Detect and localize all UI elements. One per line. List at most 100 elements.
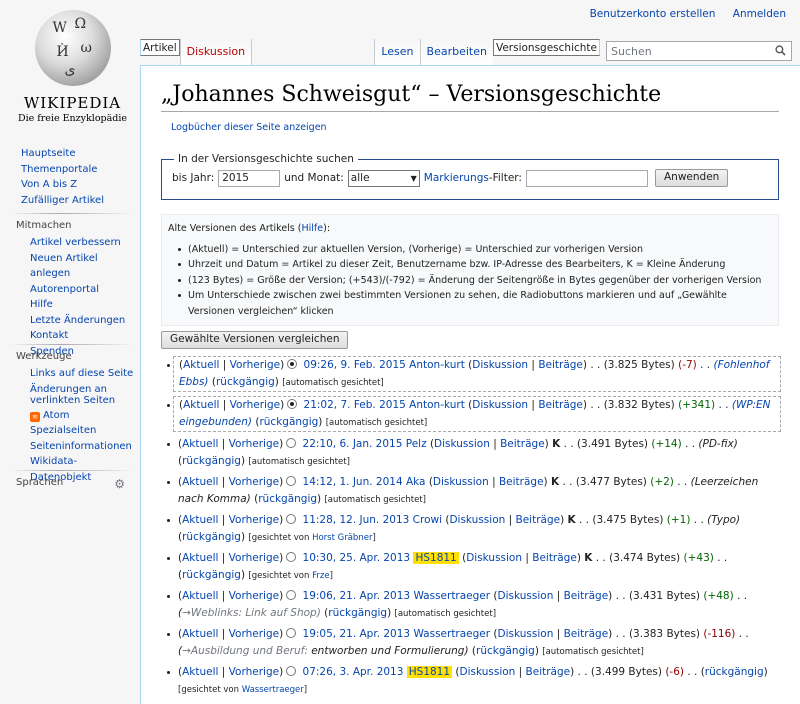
user-contribs-link[interactable]: Beiträge — [500, 438, 545, 450]
user-talk-link[interactable]: Diskussion — [434, 438, 490, 450]
revision-user-link[interactable]: HS1811 — [406, 666, 453, 678]
user-talk-link[interactable]: Diskussion — [498, 628, 554, 640]
diff-current-link[interactable]: Aktuell — [182, 438, 218, 450]
diff-previous-link[interactable]: Vorherige — [229, 438, 279, 450]
tab-history[interactable]: Versionsgeschichte — [492, 39, 600, 56]
revision-date-link[interactable]: 11:28, 12. Jun. 2013 — [303, 514, 410, 526]
diff-previous-link[interactable]: Vorherige — [229, 514, 279, 526]
undo-link[interactable]: rückgängig — [182, 569, 241, 581]
user-talk-link[interactable]: Diskussion — [472, 399, 528, 411]
month-select[interactable]: alle ▼ — [347, 169, 420, 187]
reviewer-link[interactable]: Wassertraeger — [242, 685, 304, 695]
compare-versions-button[interactable]: Gewählte Versionen vergleichen — [161, 331, 349, 349]
undo-link[interactable]: rückgängig — [328, 607, 387, 619]
diff-previous-link[interactable]: Vorherige — [230, 399, 280, 411]
diff-current-link[interactable]: Aktuell — [182, 476, 218, 488]
help-link[interactable]: Hilfe — [301, 223, 323, 234]
user-contribs-link[interactable]: Beiträge — [499, 476, 544, 488]
radio-new[interactable] — [286, 590, 297, 600]
undo-link[interactable]: rückgängig — [476, 645, 535, 657]
diff-previous-link[interactable]: Vorherige — [229, 590, 279, 602]
revision-date-link[interactable]: 10:30, 25. Apr. 2013 — [303, 552, 411, 564]
apply-button[interactable]: Anwenden — [654, 169, 729, 187]
user-contribs-link[interactable]: Beiträge — [564, 628, 609, 640]
reviewer-link[interactable]: Horst Gräbner — [312, 533, 372, 543]
undo-link[interactable]: rückgängig — [259, 416, 318, 428]
reviewer-link[interactable]: Frze — [312, 571, 329, 581]
undo-link[interactable]: rückgängig — [182, 455, 241, 467]
participate-author-portal[interactable]: Autorenportal — [30, 284, 99, 295]
radio-old[interactable] — [287, 359, 298, 369]
diff-previous-link[interactable]: Vorherige — [229, 476, 279, 488]
user-contribs-link[interactable]: Beiträge — [538, 399, 583, 411]
revision-date-link[interactable]: 14:12, 1. Jun. 2014 — [303, 476, 403, 488]
tools-whatlinkshere[interactable]: Links auf diese Seite — [30, 368, 133, 379]
year-input[interactable]: 2015 — [218, 169, 281, 187]
radio-new[interactable] — [286, 514, 297, 524]
create-account-link[interactable]: Benutzerkonto erstellen — [590, 8, 716, 20]
nav-main-page[interactable]: Hauptseite — [21, 148, 75, 159]
diff-current-link[interactable]: Aktuell — [183, 399, 219, 411]
radio-new[interactable] — [286, 552, 297, 562]
search-input[interactable]: Suchen — [606, 41, 792, 61]
participate-help[interactable]: Hilfe — [30, 299, 53, 310]
user-talk-link[interactable]: Diskussion — [433, 476, 489, 488]
participate-improve[interactable]: Artikel verbessern — [30, 237, 121, 248]
search-icon[interactable] — [775, 45, 786, 56]
tab-discussion[interactable]: Diskussion — [179, 39, 253, 65]
undo-link[interactable]: rückgängig — [216, 376, 275, 388]
diff-current-link[interactable]: Aktuell — [182, 590, 218, 602]
revision-date-link[interactable]: 22:10, 6. Jan. 2015 — [303, 438, 403, 450]
revision-user-link[interactable]: Aka — [406, 476, 426, 488]
participate-contact[interactable]: Kontakt — [30, 330, 68, 341]
login-link[interactable]: Anmelden — [733, 8, 786, 20]
tab-edit[interactable]: Bearbeiten — [419, 39, 493, 65]
tools-page-info[interactable]: Seiteninformationen — [30, 441, 132, 452]
user-contribs-link[interactable]: Beiträge — [538, 359, 583, 371]
tag-filter-link[interactable]: Markierungs — [424, 172, 489, 184]
revision-date-link[interactable]: 07:26, 3. Apr. 2013 — [303, 666, 404, 678]
revision-user-link[interactable]: Crowi — [413, 514, 442, 526]
undo-link[interactable]: rückgängig — [182, 531, 241, 543]
nav-portals[interactable]: Themenportale — [21, 164, 97, 175]
user-contribs-link[interactable]: Beiträge — [526, 666, 571, 678]
diff-previous-link[interactable]: Vorherige — [230, 359, 280, 371]
tab-article[interactable]: Artikel — [140, 39, 180, 56]
revision-date-link[interactable]: 09:26, 9. Feb. 2015 — [304, 359, 406, 371]
radio-new[interactable] — [286, 628, 297, 638]
user-talk-link[interactable]: Diskussion — [472, 359, 528, 371]
diff-previous-link[interactable]: Vorherige — [229, 628, 279, 640]
nav-a-z[interactable]: Von A bis Z — [21, 179, 77, 190]
undo-link[interactable]: rückgängig — [705, 666, 764, 678]
wikipedia-logo[interactable]: W Ω Ѝ ω ی WIKIPEDIA Die freie Enzyklopäd… — [10, 6, 135, 131]
user-contribs-link[interactable]: Beiträge — [516, 514, 561, 526]
user-contribs-link[interactable]: Beiträge — [532, 552, 577, 564]
diff-current-link[interactable]: Aktuell — [182, 552, 218, 564]
user-talk-link[interactable]: Diskussion — [460, 666, 516, 678]
undo-link[interactable]: rückgängig — [258, 493, 317, 505]
revision-user-link[interactable]: Anton-kurt — [409, 399, 465, 411]
tools-related-changes[interactable]: Änderungen an verlinkten Seiten — [30, 384, 115, 406]
diff-previous-link[interactable]: Vorherige — [229, 552, 279, 564]
user-talk-link[interactable]: Diskussion — [449, 514, 505, 526]
diff-current-link[interactable]: Aktuell — [182, 666, 218, 678]
nav-random[interactable]: Zufälliger Artikel — [21, 195, 104, 206]
radio-new[interactable] — [286, 438, 297, 448]
tools-special-pages[interactable]: Spezialseiten — [30, 425, 96, 436]
user-talk-link[interactable]: Diskussion — [466, 552, 522, 564]
revision-user-link[interactable]: Anton-kurt — [409, 359, 465, 371]
revision-user-link[interactable]: Pelz — [406, 438, 427, 450]
diff-current-link[interactable]: Aktuell — [182, 628, 218, 640]
participate-new-article[interactable]: Neuen Artikel anlegen — [30, 253, 98, 280]
logs-link[interactable]: Logbücher dieser Seite anzeigen — [171, 122, 327, 133]
revision-user-link[interactable]: HS1811 — [413, 552, 459, 564]
edit-summary-section[interactable]: →Weblinks: Link auf Shop) — [182, 607, 321, 619]
diff-current-link[interactable]: Aktuell — [182, 514, 218, 526]
gear-icon[interactable]: ⚙ — [114, 477, 125, 491]
revision-date-link[interactable]: 19:06, 21. Apr. 2013 — [303, 590, 411, 602]
diff-previous-link[interactable]: Vorherige — [229, 666, 279, 678]
radio-new[interactable] — [287, 399, 298, 409]
revision-date-link[interactable]: 19:05, 21. Apr. 2013 — [303, 628, 411, 640]
diff-current-link[interactable]: Aktuell — [183, 359, 219, 371]
radio-new[interactable] — [286, 666, 297, 676]
